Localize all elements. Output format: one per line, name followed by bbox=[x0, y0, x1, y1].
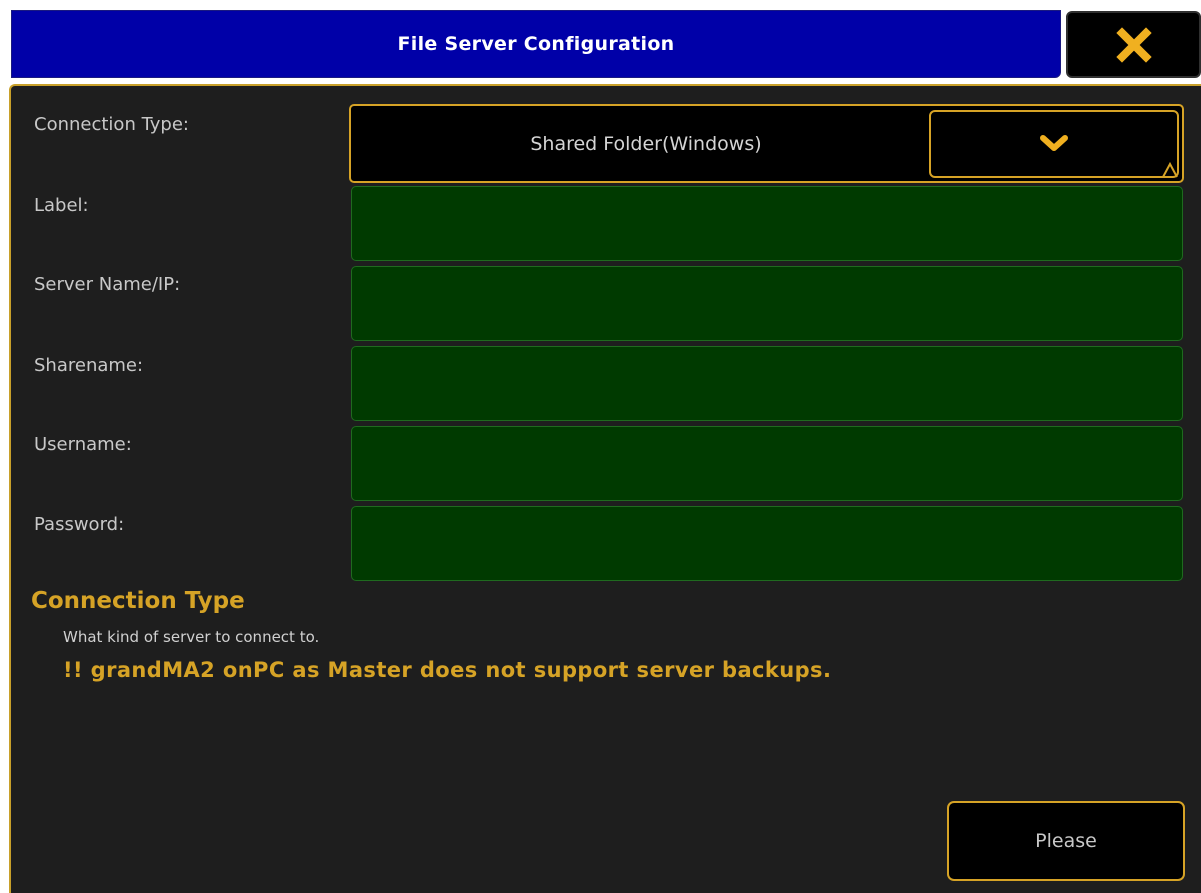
help-title: Connection Type bbox=[31, 588, 245, 614]
connection-type-dropdown-button[interactable] bbox=[929, 110, 1179, 178]
server-name-input[interactable] bbox=[351, 266, 1183, 341]
please-button[interactable]: Please bbox=[947, 801, 1185, 881]
username-input[interactable] bbox=[351, 426, 1183, 501]
help-description: What kind of server to connect to. bbox=[63, 628, 320, 646]
username-label: Username: bbox=[34, 434, 132, 455]
connection-type-label: Connection Type: bbox=[34, 114, 189, 135]
dialog-title: File Server Configuration bbox=[397, 33, 675, 55]
close-button[interactable] bbox=[1066, 11, 1201, 78]
corner-mark-icon bbox=[1162, 161, 1178, 178]
help-warning: !! grandMA2 onPC as Master does not supp… bbox=[63, 658, 832, 682]
server-name-label: Server Name/IP: bbox=[34, 274, 181, 295]
dialog-window: File Server Configuration Connection Typ… bbox=[0, 0, 1201, 893]
password-input[interactable] bbox=[351, 506, 1183, 581]
connection-type-value: Shared Folder(Windows) bbox=[530, 132, 762, 155]
sharename-label: Sharename: bbox=[34, 355, 144, 376]
title-bar: File Server Configuration bbox=[11, 10, 1061, 78]
close-icon bbox=[1115, 26, 1152, 63]
sharename-input[interactable] bbox=[351, 346, 1183, 421]
label-field-label: Label: bbox=[34, 195, 89, 216]
chevron-down-icon bbox=[1040, 135, 1068, 151]
password-label: Password: bbox=[34, 514, 125, 535]
label-input[interactable] bbox=[351, 186, 1183, 261]
